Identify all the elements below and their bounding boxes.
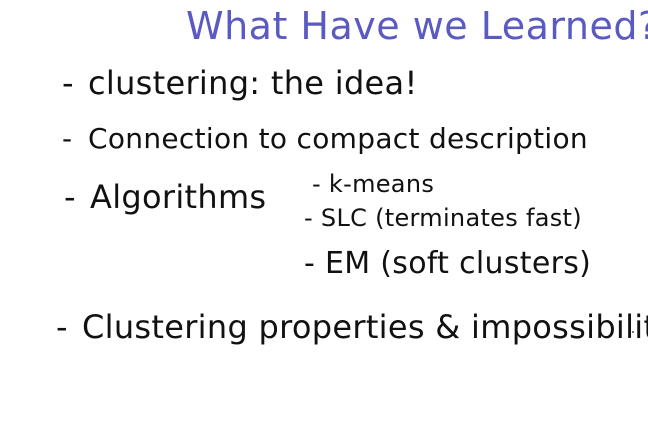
slide-title: What Have we Learned? xyxy=(186,4,648,48)
bullet-text: Clustering properties & impossibility xyxy=(82,308,648,346)
sub-bullet-slc: - SLC (terminates fast) xyxy=(304,204,582,232)
sub-bullet-text: SLC (terminates fast) xyxy=(320,204,582,232)
bullet-marker: - xyxy=(304,246,316,281)
bullet-marker: - xyxy=(312,170,321,198)
bullet-text: Connection to compact description xyxy=(88,122,588,155)
sub-bullet-em: - EM (soft clusters) xyxy=(304,246,591,281)
bullet-marker: - xyxy=(62,64,74,102)
bullet-properties: - Clustering properties & impossibility xyxy=(56,308,648,346)
bullet-text: clustering: the idea! xyxy=(88,64,418,102)
bullet-text: Algorithms xyxy=(90,178,267,216)
bullet-algorithms: - Algorithms xyxy=(64,178,266,216)
bullet-marker: - xyxy=(64,178,76,216)
sub-bullet-text: k-means xyxy=(328,170,435,198)
bullet-marker: - xyxy=(304,204,313,232)
bullet-marker: - xyxy=(56,308,68,346)
sub-bullet-k-means: - k-means xyxy=(312,170,434,198)
sub-bullet-text: EM (soft clusters) xyxy=(324,246,592,281)
bullet-clustering-idea: - clustering: the idea! xyxy=(62,64,418,102)
whiteboard: What Have we Learned? - clustering: the i… xyxy=(0,0,648,429)
bullet-compact-description: - Connection to compact description xyxy=(62,122,588,155)
bullet-marker: - xyxy=(62,122,73,155)
stray-ink-dot xyxy=(632,331,634,333)
